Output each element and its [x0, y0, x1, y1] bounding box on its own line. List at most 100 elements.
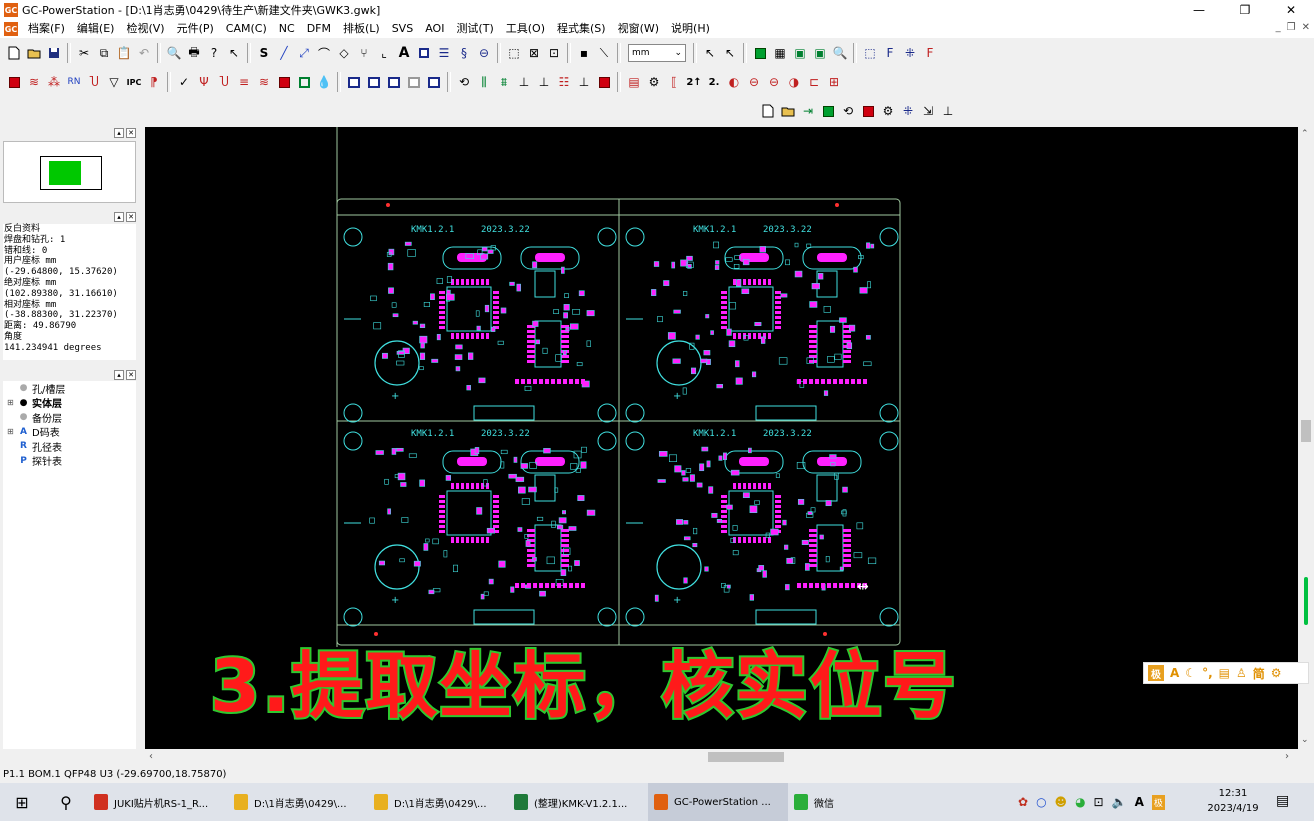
tree-item[interactable]: P 探针表 [3, 454, 136, 469]
ime-simplified-toggle[interactable]: 简 [1253, 665, 1265, 682]
menu-view[interactable]: 检视(V) [120, 20, 170, 38]
open-folder-icon[interactable] [779, 102, 797, 120]
taskbar-app-item[interactable]: GC-PowerStation ... [648, 783, 788, 821]
stop-red-icon[interactable] [595, 73, 613, 91]
menu-help[interactable]: 说明(H) [665, 20, 716, 38]
point-icon[interactable]: ▪ [575, 44, 593, 62]
print-preview-icon[interactable]: 🔍 [165, 44, 183, 62]
component-box-icon[interactable]: ▣ [811, 44, 829, 62]
green-board-icon[interactable] [819, 102, 837, 120]
check-icon[interactable]: ✓ [175, 73, 193, 91]
view-box-5-icon[interactable] [425, 73, 443, 91]
new-file-icon[interactable] [759, 102, 777, 120]
pin-icon[interactable]: ⁋ [145, 73, 163, 91]
pad-edit-icon[interactable]: ⩩ [495, 73, 513, 91]
origin-2-icon[interactable]: ⊥ [535, 73, 553, 91]
ime-settings-icon[interactable]: ⚙ [1271, 666, 1282, 680]
rn-icon[interactable]: RN [65, 73, 83, 91]
text-s-tool[interactable]: S [255, 44, 273, 62]
import-icon[interactable]: ⇥ [799, 102, 817, 120]
tree-item[interactable]: R 孔径表 [3, 439, 136, 454]
cut-icon[interactable]: ✂ [75, 44, 93, 62]
undo-icon[interactable]: ↶ [135, 44, 153, 62]
panel-close-button[interactable]: ✕ [126, 370, 136, 380]
magnet-icon[interactable]: Ⴎ [85, 73, 103, 91]
menu-aoi[interactable]: AOI [419, 20, 450, 38]
close-button[interactable]: ✕ [1268, 0, 1314, 20]
tray-app-icon[interactable]: ✿ [1018, 795, 1028, 809]
circle-icon[interactable]: ⊖ [475, 44, 493, 62]
filter-icon[interactable]: ▽ [105, 73, 123, 91]
tray-smile-icon[interactable]: ☻ [1055, 795, 1068, 809]
text-tool[interactable]: A [395, 44, 413, 62]
maximize-button[interactable]: ❐ [1222, 0, 1268, 20]
tray-input-indicator[interactable]: A [1135, 795, 1144, 809]
tray-network-icon[interactable]: ⊡ [1094, 795, 1104, 809]
ime-logo-icon[interactable]: 极 [1148, 665, 1164, 681]
probe-table-icon[interactable]: ⊞ [825, 73, 843, 91]
search-button[interactable]: ⚲ [44, 783, 88, 821]
film-icon[interactable]: ▤ [625, 73, 643, 91]
view-box-1-icon[interactable] [345, 73, 363, 91]
select-all-icon[interactable]: ⊡ [545, 44, 563, 62]
save-icon[interactable] [45, 44, 63, 62]
probe-frame-icon[interactable]: ⊏ [805, 73, 823, 91]
zoom-component-icon[interactable]: 🔍 [831, 44, 849, 62]
grid-green-icon[interactable] [751, 44, 769, 62]
probe-red-icon[interactable]: ◐ [725, 73, 743, 91]
rect-pad-icon[interactable] [415, 44, 433, 62]
paste-icon[interactable]: 📋 [115, 44, 133, 62]
rotate-icon[interactable]: ⟲ [839, 102, 857, 120]
probe-outline-icon[interactable]: ⊖ [745, 73, 763, 91]
bracket-icon[interactable]: ⟦ [665, 73, 683, 91]
panel-close-button[interactable]: ✕ [126, 128, 136, 138]
origin-icon[interactable]: ⊥ [515, 73, 533, 91]
scroll-left-icon[interactable]: ‹ [149, 751, 153, 762]
rotate-icon[interactable]: ⟲ [455, 73, 473, 91]
ime-moon-icon[interactable]: ☾ [1185, 666, 1196, 680]
select-window-icon[interactable]: ⬚ [505, 44, 523, 62]
netlist-icon[interactable]: ⁂ [45, 73, 63, 91]
panel-close-button[interactable]: ✕ [126, 212, 136, 222]
component-green-icon[interactable]: ▣ [791, 44, 809, 62]
tray-circle-icon[interactable]: ○ [1036, 795, 1046, 809]
mdi-close-button[interactable]: ✕ [1302, 22, 1310, 33]
red-square-icon[interactable] [5, 73, 23, 91]
dots-icon[interactable]: ⁜ [899, 102, 917, 120]
frame-f-icon[interactable]: F [881, 44, 899, 62]
spiral-icon[interactable]: § [455, 44, 473, 62]
menu-file[interactable]: 档案(F) [22, 20, 71, 38]
pointer-plus-icon[interactable]: ↖ [721, 44, 739, 62]
pin-button[interactable]: ▴ [114, 212, 124, 222]
menu-nc[interactable]: NC [273, 20, 301, 38]
component-place-icon[interactable]: ⫼ [475, 73, 493, 91]
menu-svs[interactable]: SVS [386, 20, 420, 38]
start-button[interactable]: ⊞ [0, 783, 44, 821]
export-icon[interactable]: ⇲ [919, 102, 937, 120]
mdi-restore-button[interactable]: ❐ [1287, 22, 1296, 33]
taskbar-app-item[interactable]: D:\1肖志勇\0429\... [228, 783, 368, 821]
stop-red-icon[interactable] [859, 102, 877, 120]
help-icon[interactable]: ? [205, 44, 223, 62]
taskbar-app-item[interactable]: JUKI贴片机RS-1_R... [88, 783, 228, 821]
tray-ime-icon[interactable]: 极 [1151, 794, 1165, 810]
clearance-icon[interactable]: Ⴎ [215, 73, 233, 91]
settings-icon[interactable]: ⚙ [879, 102, 897, 120]
tray-wechat-icon[interactable]: ◕ [1075, 795, 1085, 809]
hscroll-thumb[interactable] [708, 752, 784, 762]
print-icon[interactable]: 🖶 [185, 44, 203, 62]
ime-user-icon[interactable]: ♙ [1236, 666, 1247, 680]
mdi-minimize-button[interactable]: _ [1276, 22, 1281, 33]
menu-edit[interactable]: 编辑(E) [71, 20, 121, 38]
draw-line-icon[interactable]: ╱ [275, 44, 293, 62]
context-help-icon[interactable]: ↖ [225, 44, 243, 62]
tree-item[interactable]: ● 备份层 [3, 410, 136, 425]
corner-icon[interactable]: ⌞ [375, 44, 393, 62]
multi-line-icon[interactable]: ☰ [435, 44, 453, 62]
drc-icon[interactable]: Ψ [195, 73, 213, 91]
view-box-3-icon[interactable] [385, 73, 403, 91]
view-box-2-icon[interactable] [365, 73, 383, 91]
frame-dots-icon[interactable]: ⁜ [901, 44, 919, 62]
color-swatch[interactable] [40, 156, 102, 190]
ime-keyboard-icon[interactable]: ▤ [1219, 666, 1230, 680]
